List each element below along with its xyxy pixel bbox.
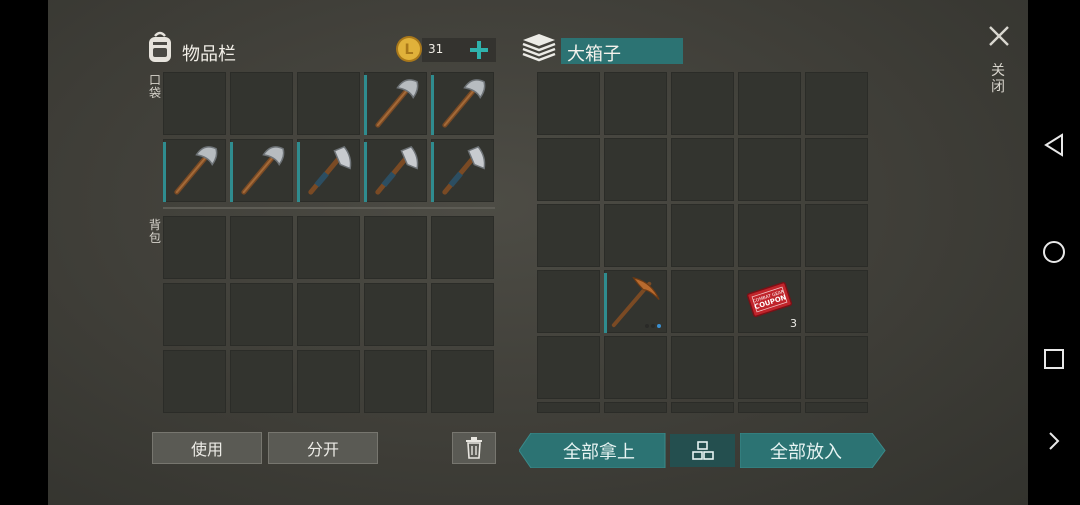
pocket-divider bbox=[163, 207, 495, 209]
backpack-slot[interactable] bbox=[431, 283, 494, 346]
backpack-slot[interactable] bbox=[297, 216, 360, 279]
put-all-button[interactable]: 全部放入 bbox=[740, 434, 872, 467]
coin-icon: L bbox=[396, 36, 422, 62]
container-slot[interactable] bbox=[805, 138, 868, 201]
upgrade-dot bbox=[651, 324, 655, 328]
container-slot[interactable] bbox=[671, 270, 734, 333]
container-slot[interactable] bbox=[537, 336, 600, 399]
container-slot[interactable] bbox=[537, 72, 600, 135]
home-button[interactable] bbox=[1040, 238, 1068, 266]
container-slot[interactable] bbox=[671, 204, 734, 267]
take-all-button[interactable]: 全部拿上 bbox=[532, 434, 666, 467]
stone-hatchet-icon bbox=[375, 79, 419, 128]
container-slot[interactable] bbox=[604, 402, 667, 413]
back-button[interactable] bbox=[1040, 131, 1068, 159]
chevron-right-icon bbox=[1049, 432, 1060, 450]
container-slot[interactable] bbox=[604, 72, 667, 135]
backpack-slot[interactable] bbox=[431, 216, 494, 279]
upgrade-dot bbox=[657, 324, 661, 328]
container-slot[interactable] bbox=[738, 72, 801, 135]
backpack-slot[interactable] bbox=[364, 283, 427, 346]
container-slot[interactable]: COMBAT GEAR COUPON 3 bbox=[738, 270, 801, 333]
backpack-slot[interactable] bbox=[431, 350, 494, 413]
pocket-slot[interactable] bbox=[163, 139, 226, 202]
container-title: 大箱子 bbox=[567, 44, 621, 65]
container-slot[interactable] bbox=[604, 138, 667, 201]
pocket-slot[interactable] bbox=[297, 72, 360, 135]
home-circle-icon bbox=[1043, 241, 1065, 263]
backpack-slot[interactable] bbox=[297, 283, 360, 346]
container-slot[interactable] bbox=[604, 336, 667, 399]
container-slot[interactable] bbox=[537, 402, 600, 413]
svg-text:L: L bbox=[405, 42, 414, 58]
container-slot[interactable] bbox=[671, 138, 734, 201]
backpack-label: 背包 bbox=[149, 218, 162, 245]
add-coins-button[interactable] bbox=[468, 39, 490, 61]
iron-axe-icon bbox=[308, 145, 352, 195]
container-slot[interactable] bbox=[805, 270, 868, 333]
iron-axe-icon bbox=[442, 145, 486, 195]
pocket-slot[interactable] bbox=[431, 139, 494, 202]
pocket-slot[interactable] bbox=[230, 139, 293, 202]
container-slot[interactable] bbox=[738, 336, 801, 399]
backpack-slot[interactable] bbox=[163, 283, 226, 346]
container-slot[interactable] bbox=[604, 270, 667, 333]
coin-count: 31 bbox=[428, 42, 444, 56]
crate-icon bbox=[522, 34, 556, 62]
container-slot[interactable] bbox=[738, 204, 801, 267]
sort-grid-icon bbox=[691, 440, 714, 460]
container-slot[interactable] bbox=[738, 402, 801, 413]
system-nav-bar bbox=[1028, 0, 1080, 505]
backpack-slot[interactable] bbox=[364, 216, 427, 279]
container-slot[interactable] bbox=[805, 72, 868, 135]
container-slot[interactable] bbox=[537, 138, 600, 201]
backpack-slot[interactable] bbox=[163, 350, 226, 413]
trash-icon bbox=[466, 437, 482, 459]
recents-button[interactable] bbox=[1040, 345, 1068, 373]
pocket-label: 口袋 bbox=[149, 73, 162, 100]
stone-hatchet-icon bbox=[174, 146, 218, 195]
container-slot[interactable] bbox=[738, 138, 801, 201]
stone-hatchet-icon bbox=[442, 79, 486, 128]
pocket-slot[interactable] bbox=[163, 72, 226, 135]
container-slot[interactable] bbox=[805, 402, 868, 413]
pocket-slot[interactable] bbox=[230, 72, 293, 135]
game-screen: 物品栏 L 31 口袋 背包 使用 分开 大箱子 COMBAT GEAR COUP bbox=[48, 0, 1028, 505]
inventory-title: 物品栏 bbox=[182, 44, 236, 65]
container-slot[interactable] bbox=[604, 204, 667, 267]
backpack-slot[interactable] bbox=[297, 350, 360, 413]
backpack-slot[interactable] bbox=[230, 350, 293, 413]
pocket-slot[interactable] bbox=[431, 72, 494, 135]
container-slot[interactable] bbox=[671, 402, 734, 413]
container-slot[interactable] bbox=[671, 72, 734, 135]
sort-button[interactable] bbox=[670, 434, 735, 467]
trash-button[interactable] bbox=[452, 432, 496, 464]
back-triangle-icon bbox=[1044, 133, 1063, 157]
backpack-slot[interactable] bbox=[364, 350, 427, 413]
close-icon[interactable] bbox=[988, 25, 1010, 47]
container-slot[interactable] bbox=[537, 270, 600, 333]
container-slot[interactable] bbox=[671, 336, 734, 399]
container-slot[interactable] bbox=[537, 204, 600, 267]
expand-button[interactable] bbox=[1040, 427, 1068, 455]
pocket-slot[interactable] bbox=[297, 139, 360, 202]
container-slot[interactable] bbox=[805, 336, 868, 399]
upgrade-dot bbox=[645, 324, 649, 328]
pocket-slot[interactable] bbox=[364, 72, 427, 135]
backpack-slot[interactable] bbox=[163, 216, 226, 279]
recents-square-icon bbox=[1044, 349, 1064, 369]
item-count: 3 bbox=[790, 317, 797, 330]
backpack-icon bbox=[149, 31, 171, 62]
iron-axe-icon bbox=[375, 145, 419, 195]
backpack-slot[interactable] bbox=[230, 216, 293, 279]
use-button[interactable]: 使用 bbox=[152, 432, 262, 464]
stone-hatchet-icon bbox=[241, 146, 285, 195]
pocket-slot[interactable] bbox=[364, 139, 427, 202]
close-label[interactable]: 关闭 bbox=[991, 63, 1007, 95]
container-slot[interactable] bbox=[805, 204, 868, 267]
split-button[interactable]: 分开 bbox=[268, 432, 378, 464]
backpack-slot[interactable] bbox=[230, 283, 293, 346]
